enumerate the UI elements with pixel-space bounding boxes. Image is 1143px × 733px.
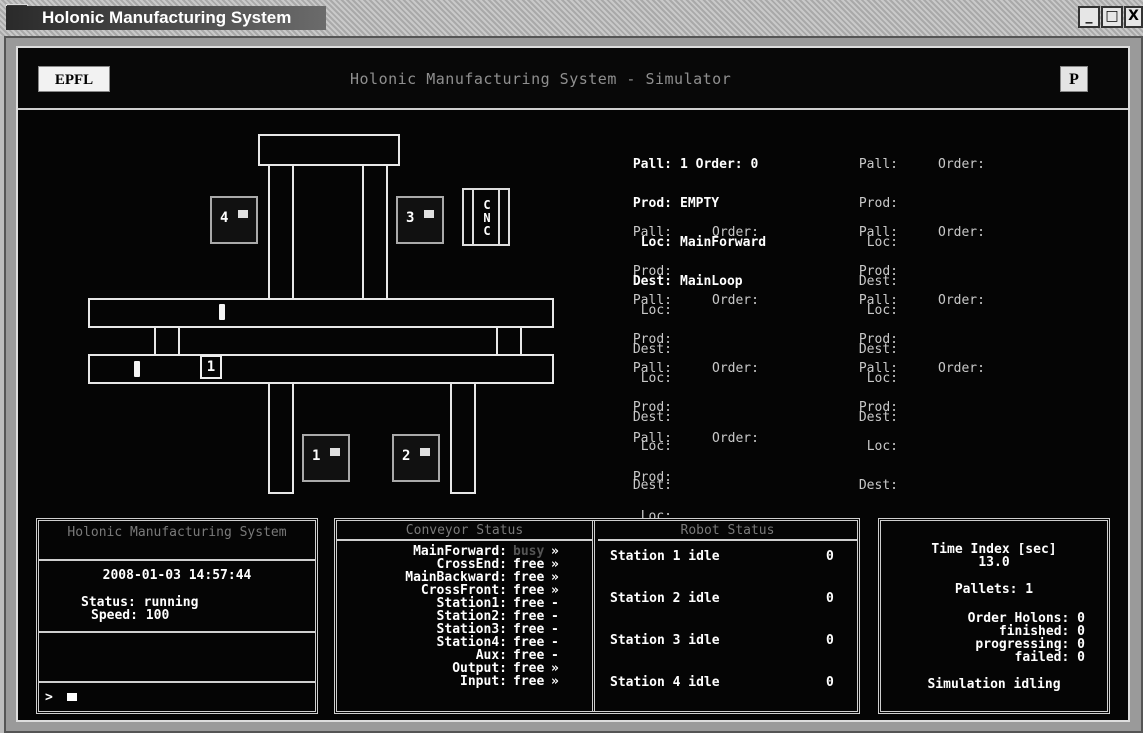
maximize-button[interactable]: □ bbox=[1101, 6, 1123, 28]
conveyor-status: Conveyor Status MainForward: busy» CrossE… bbox=[337, 521, 595, 711]
failed-count: failed: 0 bbox=[1014, 650, 1085, 665]
window-title: Holonic Manufacturing System bbox=[6, 6, 326, 30]
cnc-rail bbox=[472, 190, 474, 244]
cursor-icon bbox=[66, 693, 77, 701]
divider bbox=[39, 681, 315, 683]
lower-rail-right bbox=[450, 382, 476, 494]
robot-status: Robot Status Station 1 idle 0 Station 2 i… bbox=[598, 521, 857, 711]
simulation-status: Simulation idling bbox=[927, 677, 1061, 692]
epfl-logo: EPFL bbox=[38, 66, 110, 92]
cnc-letter: C bbox=[483, 224, 491, 238]
station-4[interactable]: 4 bbox=[210, 196, 258, 244]
close-button[interactable]: X bbox=[1124, 6, 1143, 28]
system-panel: Holonic Manufacturing System 2008-01-03 … bbox=[36, 518, 318, 714]
station-number: 2 bbox=[402, 448, 411, 464]
lower-rail-left bbox=[268, 382, 294, 494]
cnc-machine[interactable]: C N C bbox=[462, 188, 510, 246]
speed-value: 100 bbox=[145, 608, 170, 623]
robot-row: Station 2 idle 0 bbox=[610, 591, 834, 606]
p-logo: P bbox=[1060, 66, 1088, 92]
status-line: Status: running bbox=[81, 595, 199, 610]
cross-link-left bbox=[154, 326, 180, 356]
window-title-bar[interactable]: C:\ Holonic Manufacturing System _ □ X bbox=[0, 0, 1143, 36]
pallet-marker bbox=[219, 304, 225, 320]
pallet-info: Pall:Order: Prod: Loc: Dest: bbox=[858, 361, 985, 493]
page-title: Holonic Manufacturing System - Simulator bbox=[350, 70, 732, 88]
vertical-rail-left bbox=[268, 164, 294, 300]
cnc-rail bbox=[498, 190, 500, 244]
status-panel: Conveyor Status MainForward: busy» CrossE… bbox=[334, 518, 860, 714]
cnc-letter: N bbox=[483, 211, 491, 225]
pallets-count: Pallets: 1 bbox=[954, 582, 1034, 597]
robot-row: Station 4 idle 0 bbox=[610, 675, 834, 690]
vertical-rail-right bbox=[362, 164, 388, 300]
conveyor-status-title: Conveyor Status bbox=[337, 521, 592, 541]
main-forward-conveyor bbox=[88, 298, 554, 328]
robot-row: Station 3 idle 0 bbox=[610, 633, 834, 648]
pallet-label: 1 bbox=[200, 355, 222, 379]
cross-link-right bbox=[496, 326, 522, 356]
conveyor-list: MainForward: busy» CrossEnd: free» MainBac… bbox=[321, 545, 592, 688]
datetime: 2008-01-03 14:57:44 bbox=[102, 568, 252, 583]
speed-line: Speed: 100 bbox=[91, 608, 170, 623]
divider bbox=[39, 631, 315, 633]
system-panel-title: Holonic Manufacturing System bbox=[39, 521, 315, 561]
station-indicator-icon bbox=[424, 210, 434, 218]
stats-panel: Time Index [sec] 13.0 Pallets: 1 Order H… bbox=[878, 518, 1110, 714]
minimize-button[interactable]: _ bbox=[1078, 6, 1100, 28]
station-number: 1 bbox=[312, 448, 321, 464]
station-1[interactable]: 1 bbox=[302, 434, 350, 482]
time-index-value: 13.0 bbox=[978, 555, 1010, 570]
station-indicator-icon bbox=[330, 448, 340, 456]
station-indicator-icon bbox=[420, 448, 430, 456]
station-3[interactable]: 3 bbox=[396, 196, 444, 244]
station-number: 4 bbox=[220, 210, 229, 226]
cnc-letter: C bbox=[483, 198, 491, 212]
conveyor-row: Input: free» bbox=[460, 674, 559, 689]
main-backward-conveyor bbox=[88, 354, 554, 384]
station-indicator-icon bbox=[238, 210, 248, 218]
robot-row: Station 1 idle 0 bbox=[610, 549, 834, 564]
command-input[interactable]: > bbox=[45, 691, 77, 704]
top-beam bbox=[258, 134, 400, 166]
station-number: 3 bbox=[406, 210, 415, 226]
station-2[interactable]: 2 bbox=[392, 434, 440, 482]
pallet-marker bbox=[134, 361, 140, 377]
robot-status-title: Robot Status bbox=[598, 521, 857, 541]
